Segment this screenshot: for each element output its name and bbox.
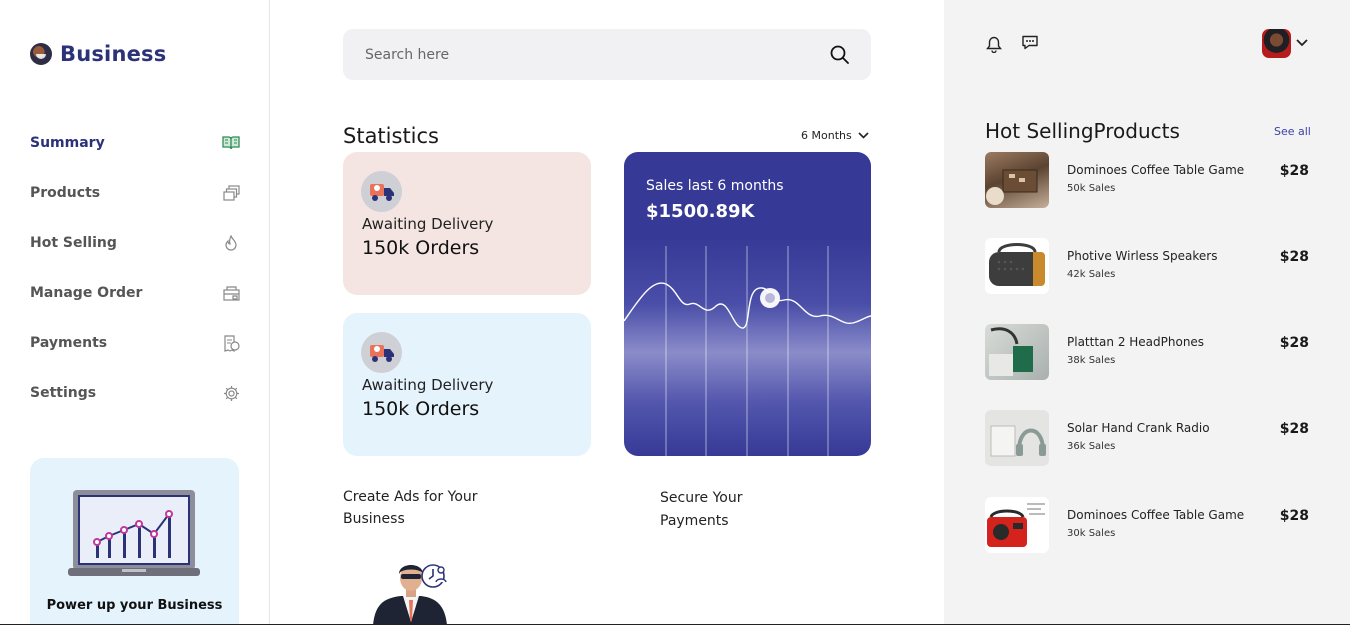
sidebar-item-summary[interactable]: Summary xyxy=(30,118,240,168)
stat-card-value: 150k Orders xyxy=(362,398,480,420)
cart-box-icon xyxy=(222,284,240,302)
laptop-chart-illustration xyxy=(68,490,200,576)
product-price: $28 xyxy=(1279,421,1309,437)
secure-payments-text: Secure Your Payments xyxy=(660,490,743,529)
sales-chart-card[interactable]: Sales last 6 months $1500.89K xyxy=(624,152,871,456)
sales-value: $1500.89K xyxy=(646,201,755,222)
product-name: Dominoes Coffee Table Game xyxy=(1067,508,1245,522)
sidebar-item-label: Settings xyxy=(30,385,97,401)
product-price: $28 xyxy=(1279,249,1309,265)
gear-icon xyxy=(222,384,240,402)
promo-title: Power up your Business xyxy=(46,598,223,613)
sidebar-item-settings[interactable]: Settings xyxy=(30,368,240,418)
product-image xyxy=(985,497,1049,553)
receipt-icon xyxy=(222,334,240,352)
chevron-down-icon[interactable] xyxy=(1292,33,1312,53)
product-item[interactable]: Platttan 2 HeadPhones 38k Sales $28 xyxy=(985,324,1311,381)
product-sales: 50k Sales xyxy=(1067,183,1116,194)
stat-card-awaiting-delivery[interactable]: Awaiting Delivery 150k Orders xyxy=(343,152,591,295)
main-content: Statistics 6 Months Awaiting Delivery 15… xyxy=(271,0,944,625)
sidebar-item-products[interactable]: Products xyxy=(30,168,240,218)
product-name: Dominoes Coffee Table Game xyxy=(1067,163,1245,177)
brand[interactable]: Business xyxy=(30,42,166,66)
sales-label: Sales last 6 months xyxy=(646,178,784,194)
product-sales: 38k Sales xyxy=(1067,355,1116,366)
stat-card-label: Awaiting Delivery xyxy=(362,376,494,394)
sidebar-item-label: Hot Selling xyxy=(30,235,117,251)
sidebar-item-label: Products xyxy=(30,185,101,201)
product-name: Solar Hand Crank Radio xyxy=(1067,421,1210,435)
bell-icon[interactable] xyxy=(984,34,1004,54)
right-panel: Hot SellingProducts See all Dominoes Cof… xyxy=(944,0,1350,625)
sidebar-promo-card[interactable]: Power up your Business xyxy=(30,458,239,625)
product-sales: 42k Sales xyxy=(1067,269,1116,280)
see-all-link[interactable]: See all xyxy=(1274,125,1311,138)
chevron-down-icon xyxy=(858,129,869,142)
delivery-truck-icon xyxy=(361,332,402,373)
sidebar-item-payments[interactable]: Payments xyxy=(30,318,240,368)
sidebar-item-label: Manage Order xyxy=(30,285,143,301)
clock-user-icon xyxy=(421,564,447,588)
product-item[interactable]: Dominoes Coffee Table Game 50k Sales $28 xyxy=(985,152,1311,209)
sidebar-item-hot-selling[interactable]: Hot Selling xyxy=(30,218,240,268)
sidebar-nav: Summary Products Hot Selling Manage Orde… xyxy=(30,118,240,418)
product-item[interactable]: Solar Hand Crank Radio 36k Sales $28 xyxy=(985,410,1311,467)
product-price: $28 xyxy=(1279,335,1309,351)
period-dropdown[interactable]: 6 Months xyxy=(801,129,869,142)
app: Business Summary Products Hot Selling Ma… xyxy=(0,0,1350,625)
stack-icon xyxy=(222,184,240,202)
product-price: $28 xyxy=(1279,508,1309,524)
stat-card-label: Awaiting Delivery xyxy=(362,215,494,233)
create-ads-text: Create Ads for Your Business xyxy=(343,489,478,527)
stat-card-value: 150k Orders xyxy=(362,237,480,259)
chat-icon[interactable] xyxy=(1020,33,1040,53)
product-sales: 30k Sales xyxy=(1067,528,1116,539)
flame-icon xyxy=(222,234,240,252)
stat-card-awaiting-delivery[interactable]: Awaiting Delivery 150k Orders xyxy=(343,313,591,456)
product-name: Photive Wirless Speakers xyxy=(1067,249,1218,263)
product-item[interactable]: Dominoes Coffee Table Game 30k Sales $28 xyxy=(985,497,1311,554)
product-image xyxy=(985,152,1049,208)
sidebar-item-label: Summary xyxy=(30,135,105,151)
product-item[interactable]: Photive Wirless Speakers 42k Sales $28 xyxy=(985,238,1311,295)
search-bar xyxy=(343,29,871,80)
book-open-icon xyxy=(222,134,240,152)
sidebar-item-manage-order[interactable]: Manage Order xyxy=(30,268,240,318)
hot-selling-title: Hot SellingProducts xyxy=(985,119,1180,143)
product-image xyxy=(985,324,1049,380)
product-image xyxy=(985,238,1049,294)
avatar[interactable] xyxy=(1262,29,1291,58)
product-sales: 36k Sales xyxy=(1067,441,1116,452)
product-name: Platttan 2 HeadPhones xyxy=(1067,335,1205,349)
delivery-truck-icon xyxy=(361,171,402,212)
product-price: $28 xyxy=(1279,163,1309,179)
product-image xyxy=(985,410,1049,466)
brand-name: Business xyxy=(60,42,167,66)
sidebar: Business Summary Products Hot Selling Ma… xyxy=(0,0,270,625)
period-label: 6 Months xyxy=(801,129,852,142)
sales-line-chart xyxy=(624,246,871,456)
search-input[interactable] xyxy=(365,46,830,63)
sidebar-item-label: Payments xyxy=(30,335,108,351)
brand-logo xyxy=(30,43,52,65)
statistics-title: Statistics xyxy=(343,124,439,148)
search-icon[interactable] xyxy=(830,45,849,64)
